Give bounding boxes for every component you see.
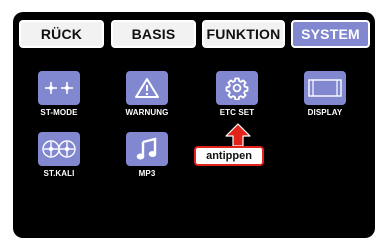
stick-mode-icon [42, 79, 76, 97]
st-kali-button[interactable] [38, 132, 80, 166]
st-mode-button[interactable] [38, 71, 80, 105]
stick-calibration-icon [41, 139, 77, 159]
warnung-button[interactable] [126, 71, 168, 105]
tab-system[interactable]: SYSTEM [291, 20, 370, 48]
mp3-button[interactable] [126, 132, 168, 166]
transmitter-screen: RÜCK BASIS FUNKTION SYSTEM ST-MODE WARNU… [13, 12, 375, 238]
tap-instruction-callout: antippen [194, 146, 264, 166]
st-kali-label: ST.KALI [43, 169, 75, 178]
st-mode-label: ST-MODE [40, 108, 78, 117]
device-frame: RÜCK BASIS FUNKTION SYSTEM ST-MODE WARNU… [0, 0, 386, 249]
display-button[interactable] [304, 71, 346, 105]
display-label: DISPLAY [307, 108, 343, 117]
tab-funktion[interactable]: FUNKTION [202, 20, 285, 48]
gear-icon [225, 76, 249, 100]
etc-set-label: ETC SET [219, 108, 255, 117]
tab-basis[interactable]: BASIS [111, 20, 196, 48]
tab-rueck[interactable]: RÜCK [19, 20, 104, 48]
music-note-icon [136, 137, 158, 161]
warning-icon [134, 77, 160, 99]
etc-set-button[interactable] [216, 71, 258, 105]
mp3-label: MP3 [138, 169, 156, 178]
warnung-label: WARNUNG [125, 108, 169, 117]
display-icon [307, 78, 343, 98]
